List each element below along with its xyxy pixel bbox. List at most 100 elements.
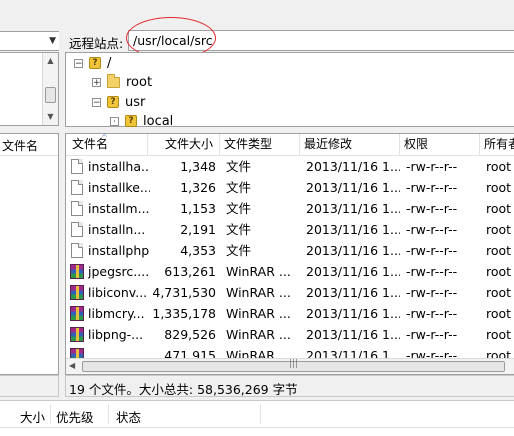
queue-col-status[interactable]: 状态 (116, 407, 141, 426)
remote-status-bar: 19 个文件。大小总共: 58,536,269 字节 (65, 375, 514, 397)
file-name: libpng-... (88, 327, 144, 342)
file-permissions: -rw-r--r-- (406, 306, 458, 321)
file-owner: root (486, 201, 512, 216)
file-type: 文件 (226, 222, 252, 237)
col-filetype[interactable]: 文件类型 (220, 134, 300, 155)
col-filesize[interactable]: 文件大小 (148, 134, 220, 155)
remote-list-header: 文件名 ^ 文件大小 文件类型 最近修改 权限 所有者 (66, 134, 514, 156)
scroll-thumb[interactable] (45, 87, 56, 103)
local-path-combo[interactable]: ▼ (0, 31, 60, 51)
file-size: 1,335,178 (152, 306, 216, 321)
local-tree-panel: ▲ ▼ (0, 52, 59, 126)
file-name: installn... (88, 222, 146, 237)
remote-file-list: 文件名 ^ 文件大小 文件类型 最近修改 权限 所有者 installha...… (65, 133, 514, 375)
file-row[interactable]: libpng-... 829,526 WinRAR ... 2013/11/16 1.… (66, 324, 514, 345)
file-size: 1,348 (180, 159, 216, 174)
local-file-list: 文件名 (0, 133, 59, 375)
file-name: installm... (88, 201, 150, 216)
header-divider (108, 404, 109, 424)
col-filename[interactable]: 文件名 (68, 134, 148, 155)
scroll-down-icon[interactable]: ▼ (44, 110, 57, 123)
file-permissions: -rw-r--r-- (406, 285, 458, 300)
file-permissions: -rw-r--r-- (406, 243, 458, 258)
file-row[interactable]: installm... 1,153 文件 2013/11/16 1... -rw-r--… (66, 198, 514, 219)
col-permissions[interactable]: 权限 (400, 134, 480, 155)
tree-node-root[interactable]: + root (92, 73, 152, 91)
queue-body (0, 428, 514, 436)
scroll-up-icon[interactable]: ▲ (44, 54, 57, 67)
file-size: 829,526 (164, 327, 216, 342)
file-size: 1,153 (180, 201, 216, 216)
expand-toggle-icon[interactable]: + (92, 77, 101, 87)
file-modified: 2013/11/16 1... (306, 201, 400, 216)
file-row[interactable]: installn... 2,191 文件 2013/11/16 1... -rw-r--… (66, 219, 514, 240)
file-type: WinRAR ... (226, 306, 291, 321)
file-permissions: -rw-r--r-- (406, 159, 458, 174)
file-permissions: -rw-r--r-- (406, 264, 458, 279)
file-modified: 2013/11/16 1... (306, 243, 400, 258)
folder-icon (107, 73, 120, 88)
file-row[interactable]: installphp 4,353 文件 2013/11/16 1... -rw-r--r… (66, 240, 514, 261)
file-row[interactable]: installha... 1,348 文件 2013/11/16 1... -rw-r-… (66, 156, 514, 177)
file-name: installke... (88, 180, 150, 195)
file-type: WinRAR ... (226, 327, 291, 342)
file-owner: root (486, 264, 512, 279)
file-rows: installha... 1,348 文件 2013/11/16 1... -rw-r-… (66, 156, 514, 362)
file-size: 613,261 (164, 264, 216, 279)
file-name: libiconv... (88, 285, 148, 300)
file-icon (71, 159, 83, 174)
file-row[interactable]: libiconv... 4,731,530 WinRAR ... 2013/11/16… (66, 282, 514, 303)
scroll-thumb[interactable]: ||| (82, 359, 505, 372)
file-modified: 2013/11/16 1... (306, 159, 400, 174)
file-type: 文件 (226, 201, 252, 216)
file-owner: root (486, 159, 512, 174)
chevron-down-icon[interactable]: ▼ (49, 36, 56, 46)
file-owner: root (486, 222, 512, 237)
col-modified[interactable]: 最近修改 (300, 134, 400, 155)
winrar-icon (70, 264, 84, 279)
file-row[interactable]: installke... 1,326 文件 2013/11/16 1... -rw-r-… (66, 177, 514, 198)
file-permissions: -rw-r--r-- (406, 222, 458, 237)
file-name: jpegsrc.... (88, 264, 150, 279)
scroll-left-icon[interactable]: ◀ (69, 361, 75, 370)
col-owner[interactable]: 所有者 (480, 134, 514, 155)
file-type: 文件 (226, 180, 252, 195)
winrar-icon (70, 327, 84, 342)
file-permissions: -rw-r--r-- (406, 180, 458, 195)
file-modified: 2013/11/16 1... (306, 327, 400, 342)
file-size: 1,326 (180, 180, 216, 195)
file-type: 文件 (226, 159, 252, 174)
file-icon (71, 201, 83, 216)
file-owner: root (486, 243, 512, 258)
unknown-folder-icon: ? (125, 115, 137, 127)
tree-node-usr[interactable]: − ? usr (92, 93, 145, 111)
file-owner: root (486, 327, 512, 342)
tree-node-root-dir[interactable]: − ? / (74, 54, 111, 72)
local-col-filename[interactable]: 文件名 (2, 137, 38, 154)
file-icon (71, 222, 83, 237)
file-modified: 2013/11/16 1... (306, 264, 400, 279)
file-permissions: -rw-r--r-- (406, 327, 458, 342)
file-modified: 2013/11/16 1... (306, 285, 400, 300)
file-name: installha... (88, 159, 150, 174)
queue-col-size[interactable]: 大小 (20, 407, 45, 426)
file-owner: root (486, 285, 512, 300)
tree-node-label: / (107, 55, 112, 71)
collapse-toggle-icon[interactable]: − (92, 97, 101, 107)
file-modified: 2013/11/16 1... (306, 222, 400, 237)
file-modified: 2013/11/16 1... (306, 180, 400, 195)
file-type: WinRAR ... (226, 285, 291, 300)
file-row[interactable]: jpegsrc.... 613,261 WinRAR ... 2013/11/16 1… (66, 261, 514, 282)
collapse-toggle-icon[interactable]: − (74, 58, 83, 68)
local-list-header: 文件名 (0, 134, 58, 156)
local-status-bar (0, 375, 59, 397)
file-size: 4,353 (180, 243, 216, 258)
header-divider (50, 404, 51, 424)
file-type: WinRAR ... (226, 264, 291, 279)
local-tree-scrollbar[interactable]: ▲ ▼ (42, 53, 58, 125)
file-row[interactable]: libmcry... 1,335,178 WinRAR ... 2013/11/16 … (66, 303, 514, 324)
remote-list-hscrollbar[interactable]: ◀ ||| (66, 358, 514, 374)
remote-site-label: 远程站点: (69, 36, 124, 51)
file-owner: root (486, 180, 512, 195)
queue-col-priority[interactable]: 优先级 (56, 407, 94, 426)
